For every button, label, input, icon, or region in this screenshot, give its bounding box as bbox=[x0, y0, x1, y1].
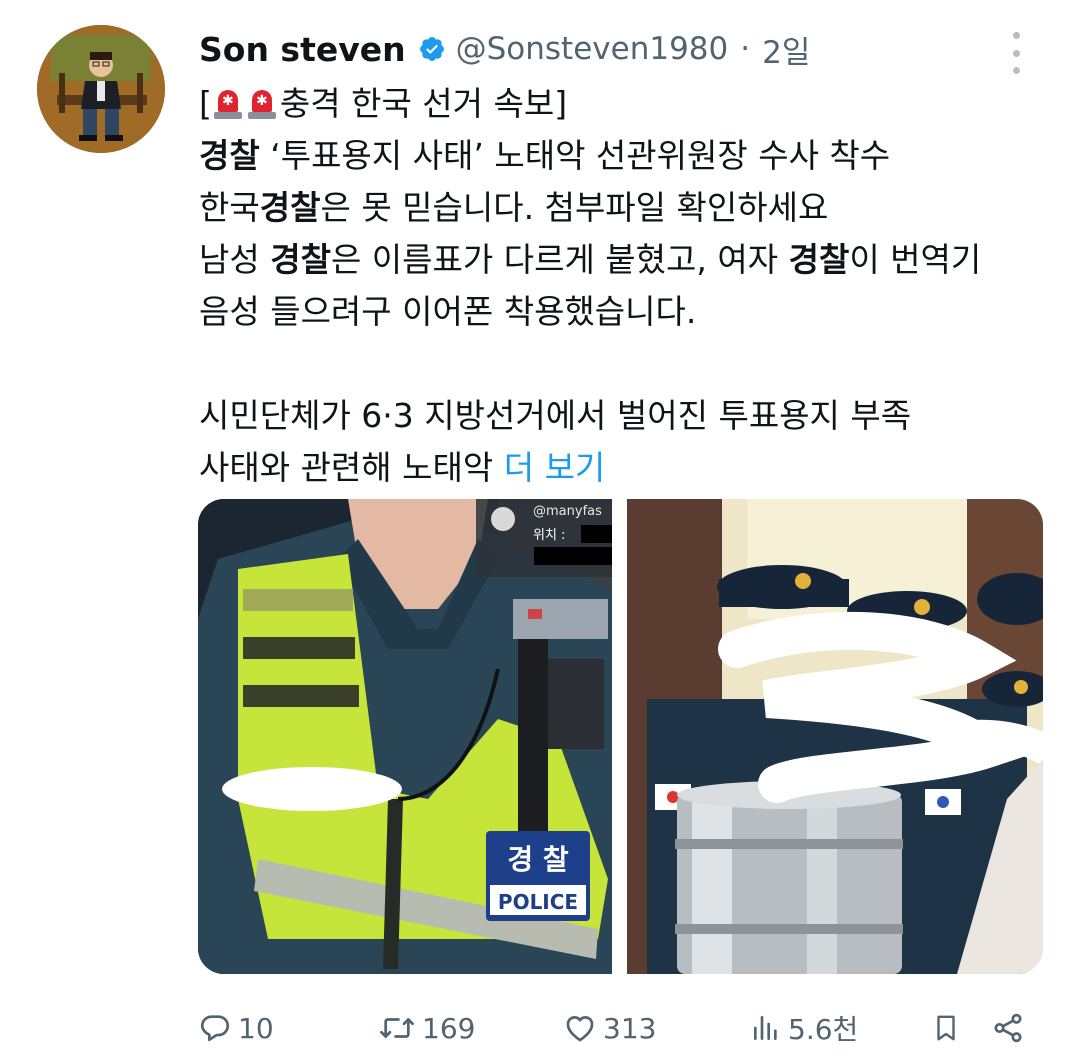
siren-emoji: ✱ bbox=[247, 90, 276, 120]
badge-korean-label: 경 찰 bbox=[507, 843, 569, 876]
tweet-actions: 10 169 313 5.6천 bbox=[198, 1004, 1043, 1052]
location-label: 위치 : bbox=[533, 528, 565, 543]
like-button[interactable]: 313 bbox=[563, 1011, 656, 1045]
author-avatar[interactable] bbox=[37, 25, 165, 153]
text-line-4: 남성 경찰은 이름표가 다르게 붙혔고, 여자 경찰이 번역기 bbox=[199, 234, 1059, 286]
media-image-right[interactable] bbox=[627, 499, 1043, 974]
more-icon[interactable] bbox=[999, 30, 1033, 76]
retweet-count: 169 bbox=[422, 1011, 476, 1045]
separator-dot: · bbox=[740, 31, 751, 67]
media-image-left[interactable]: 경 찰 POLICE @manyfas 위치 : bbox=[198, 499, 612, 974]
text-segment: 은 못 믿습니다. 첨부파일 확인하세요 bbox=[320, 188, 829, 227]
reply-icon bbox=[200, 1015, 230, 1042]
text-line-2: 경찰 ‘투표용지 사태’ 노태악 선관위원장 수사 착수 bbox=[199, 130, 1059, 182]
police-vest-photo: 경 찰 POLICE @manyfas 위치 : bbox=[198, 499, 612, 974]
text-line-7: 사태와 관련해 노태악 더 보기 bbox=[199, 442, 1059, 494]
share-icon bbox=[994, 1013, 1022, 1043]
bold-word: 경찰 bbox=[788, 240, 850, 279]
text-segment: 한국 bbox=[199, 188, 260, 227]
bold-word: 경찰 bbox=[270, 240, 331, 279]
bookmark-button[interactable] bbox=[931, 1011, 961, 1045]
text-segment: 남성 bbox=[199, 240, 271, 279]
tweet-header: Son steven @Sonsteven1980 · 2일 bbox=[199, 24, 1037, 74]
bold-word: 경찰 bbox=[199, 136, 260, 175]
like-icon bbox=[566, 1016, 594, 1042]
text-line-6: 시민단체가 6·3 지방선거에서 벌어진 투표용지 부족 bbox=[199, 396, 912, 435]
avatar-illustration bbox=[37, 25, 165, 153]
like-count: 313 bbox=[603, 1011, 657, 1045]
text-segment: ‘투표용지 사태’ 노태악 선관위원장 수사 착수 bbox=[259, 136, 891, 175]
retweet-icon bbox=[380, 1018, 414, 1038]
views-count: 5.6천 bbox=[788, 1013, 859, 1046]
author-name[interactable]: Son steven bbox=[199, 30, 406, 69]
bold-word: 경찰 bbox=[259, 188, 321, 227]
show-more-link[interactable]: 더 보기 bbox=[504, 448, 606, 487]
bookmark-icon bbox=[937, 1015, 955, 1041]
views-icon bbox=[754, 1016, 777, 1040]
tweet-media: 경 찰 POLICE @manyfas 위치 : bbox=[198, 499, 1043, 974]
watermark-handle: @manyfas bbox=[533, 504, 602, 519]
headline-text: 충격 한국 선거 속보] bbox=[279, 84, 568, 123]
share-button[interactable] bbox=[991, 1011, 1025, 1045]
reply-button[interactable]: 10 bbox=[198, 1011, 274, 1045]
police-officers-photo bbox=[627, 499, 1043, 974]
retweet-button[interactable]: 169 bbox=[378, 1011, 475, 1045]
author-handle[interactable]: @Sonsteven1980 bbox=[456, 31, 729, 67]
text-line-1: [✱ ✱ 충격 한국 선거 속보] bbox=[199, 78, 1059, 130]
text-segment: 은 이름표가 다르게 붙혔고, 여자 bbox=[330, 240, 789, 279]
reply-count: 10 bbox=[238, 1011, 274, 1045]
text-segment: 사태와 관련해 노태악 bbox=[199, 448, 504, 487]
text-line-3: 한국경찰은 못 믿습니다. 첨부파일 확인하세요 bbox=[199, 182, 1059, 234]
tweet-time[interactable]: 2일 bbox=[762, 27, 810, 72]
bracket-open: [ bbox=[199, 84, 212, 123]
tweet-text: [✱ ✱ 충격 한국 선거 속보] 경찰 ‘투표용지 사태’ 노태악 선관위원장 수… bbox=[199, 78, 1059, 494]
views-button[interactable]: 5.6천 bbox=[750, 1008, 858, 1048]
verified-badge-icon bbox=[419, 37, 444, 61]
siren-emoji: ✱ bbox=[213, 90, 242, 120]
text-line-5: 음성 들으려구 이어폰 착용했습니다. bbox=[199, 292, 697, 331]
badge-police-label: POLICE bbox=[498, 890, 578, 914]
text-segment: 이 번역기 bbox=[849, 240, 982, 279]
